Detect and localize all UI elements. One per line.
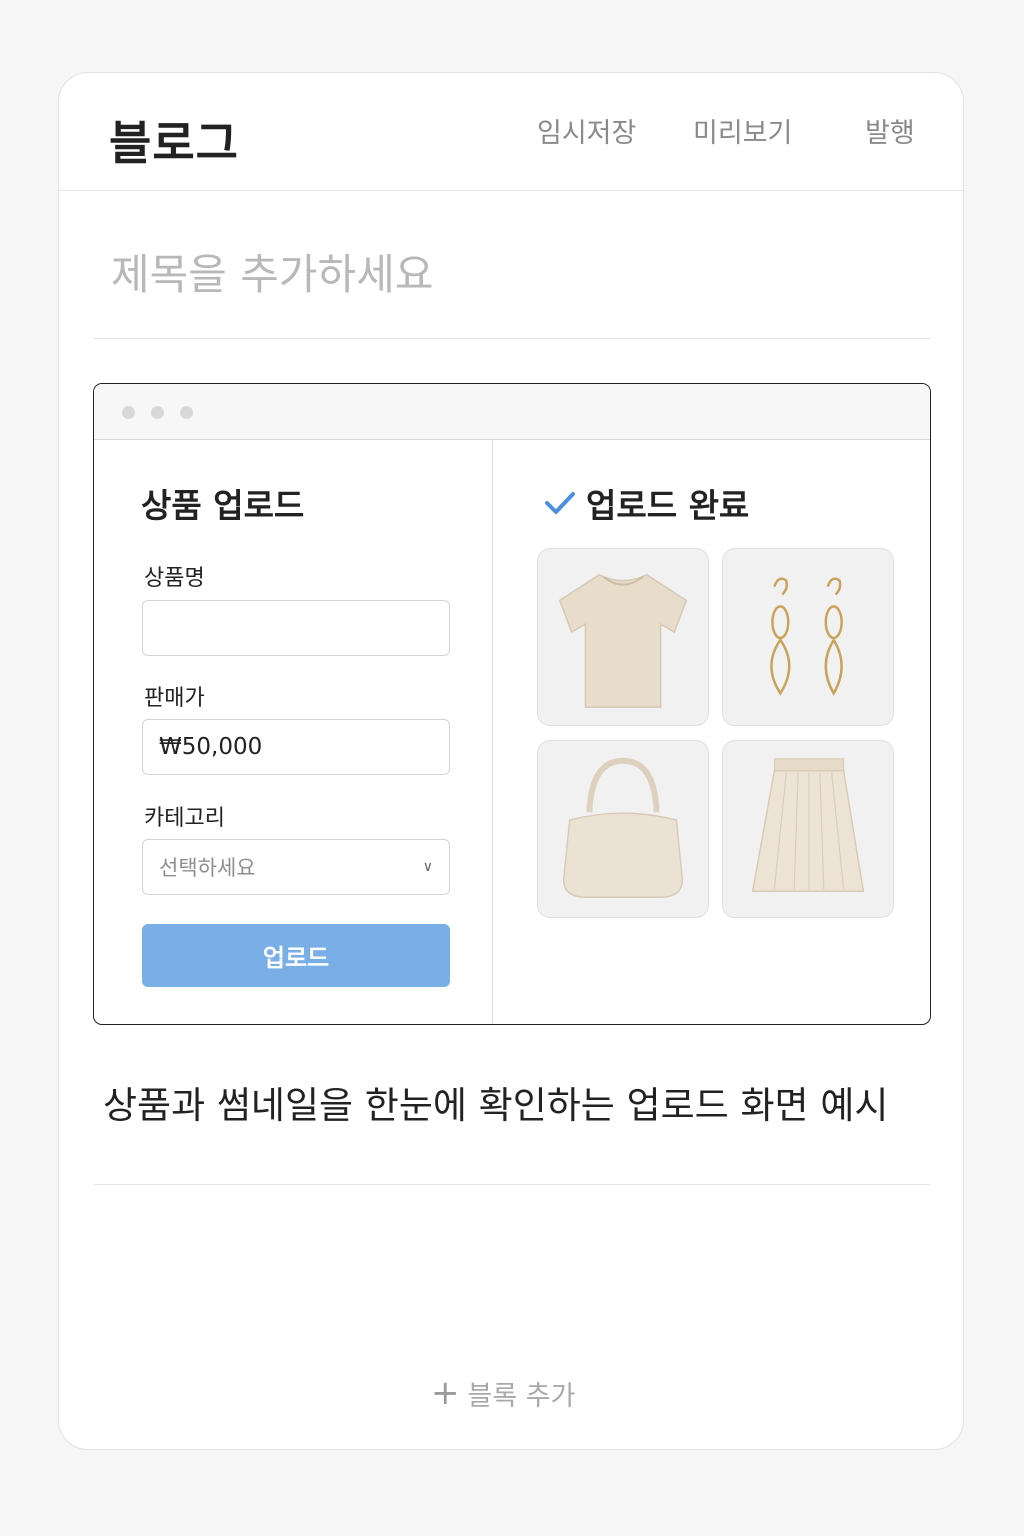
post-title-input[interactable]: 제목을 추가하세요	[111, 241, 433, 302]
tshirt-icon	[558, 573, 688, 708]
product-name-input[interactable]	[142, 600, 450, 656]
thumbnail-skirt[interactable]	[722, 740, 894, 918]
window-dot	[180, 406, 193, 419]
window-dot	[151, 406, 164, 419]
divider	[93, 1184, 931, 1185]
panel-divider	[492, 439, 493, 1024]
preview-button[interactable]: 미리보기	[693, 111, 792, 150]
upload-complete-label: 업로드 완료	[586, 486, 750, 525]
product-name-label: 상품명	[144, 566, 205, 591]
upload-complete-heading: 업로드 완료	[544, 479, 749, 527]
publish-button[interactable]: 발행	[865, 111, 915, 150]
chevron-down-icon: ∨	[422, 859, 433, 875]
thumbnail-tshirt[interactable]	[537, 548, 709, 726]
window-titlebar	[94, 384, 930, 440]
add-block-label: 블록 추가	[467, 1380, 576, 1412]
handbag-icon	[562, 757, 684, 898]
skirt-icon	[751, 758, 865, 893]
check-icon	[545, 492, 575, 514]
category-select-value: 선택하세요	[159, 856, 256, 880]
price-input[interactable]	[142, 719, 450, 775]
thumbnail-earrings[interactable]	[722, 548, 894, 726]
divider	[93, 338, 931, 339]
category-select[interactable]: 선택하세요 ∨	[142, 839, 450, 895]
price-label: 판매가	[144, 686, 205, 711]
embedded-screenshot: 상품 업로드 상품명 판매가 카테고리 선택하세요 ∨ 업로드 업로드 완료	[93, 383, 931, 1025]
category-label: 카테고리	[144, 806, 225, 831]
editor-header: 블로그 임시저장 미리보기 발행	[59, 73, 963, 191]
upload-form-heading: 상품 업로드	[141, 486, 305, 525]
add-block-button[interactable]: + 블록 추가	[431, 1373, 575, 1413]
plus-icon: +	[431, 1373, 460, 1413]
editor-card: 블로그 임시저장 미리보기 발행 제목을 추가하세요 상품 업로드 상품명 판매…	[58, 72, 964, 1450]
save-draft-button[interactable]: 임시저장	[537, 111, 636, 150]
thumbnail-handbag[interactable]	[537, 740, 709, 918]
earrings-icon	[770, 577, 843, 696]
image-caption: 상품과 썸네일을 한눈에 확인하는 업로드 화면 예시	[103, 1084, 889, 1127]
upload-button[interactable]: 업로드	[142, 924, 450, 987]
blog-title: 블로그	[109, 116, 239, 170]
window-dot	[122, 406, 135, 419]
